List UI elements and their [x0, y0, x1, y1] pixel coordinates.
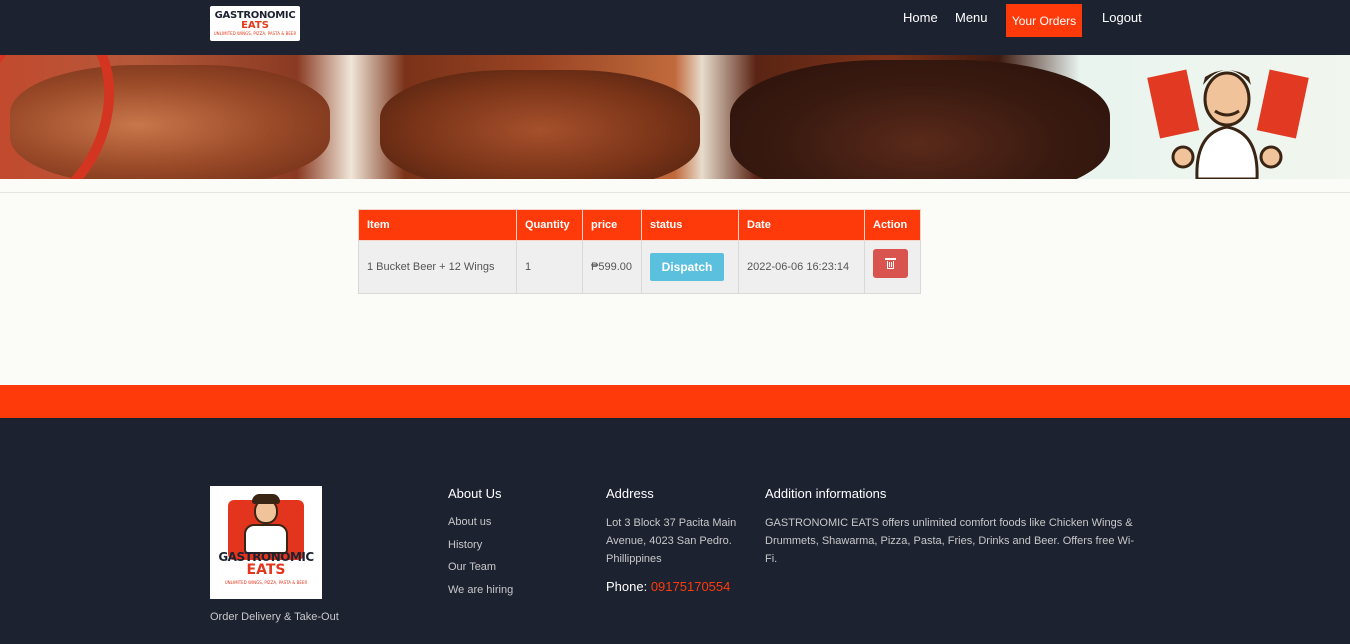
- nav-your-orders-link[interactable]: Your Orders: [1006, 4, 1082, 37]
- header-action: Action: [864, 209, 921, 241]
- order-quantity-cell: 1: [516, 240, 583, 294]
- site-footer: GASTRONOMIC EATS UNLIMITED WINGS, PIZZA,…: [0, 418, 1350, 644]
- footer-info-text: GASTRONOMIC EATS offers unlimited comfor…: [765, 517, 1135, 565]
- header-price: price: [582, 209, 642, 241]
- order-status-cell: Dispatch: [641, 240, 739, 294]
- banner-mascot-illustration: [1147, 69, 1309, 179]
- footer-logo-text-eats: EATS: [246, 562, 286, 578]
- footer-address-heading: Address: [606, 486, 654, 501]
- trash-icon: [885, 258, 896, 269]
- order-price-cell: ₱599.00: [582, 240, 642, 294]
- footer-phone: Phone: 09175170554: [606, 579, 730, 594]
- site-logo[interactable]: GASTRONOMIC EATS UNLIMITED WINGS, PIZZA,…: [210, 6, 300, 41]
- header-date: Date: [738, 209, 865, 241]
- footer-about-links: About us History Our Team We are hiring: [448, 514, 513, 604]
- nav-menu-link[interactable]: Menu: [955, 10, 988, 25]
- footer-about-heading: About Us: [448, 486, 502, 501]
- footer-tagline: Order Delivery & Take-Out: [210, 611, 339, 623]
- footer-logo: GASTRONOMIC EATS UNLIMITED WINGS, PIZZA,…: [210, 486, 322, 599]
- order-item-cell: 1 Bucket Beer + 12 Wings: [358, 240, 517, 294]
- top-navbar: GASTRONOMIC EATS UNLIMITED WINGS, PIZZA,…: [0, 0, 1350, 55]
- header-quantity: Quantity: [516, 209, 583, 241]
- logo-tagline: UNLIMITED WINGS, PIZZA, PASTA & BEER: [213, 31, 297, 36]
- footer-accent-strip: [0, 385, 1350, 418]
- footer-info-heading: Addition informations: [765, 486, 887, 501]
- footer-link-hiring[interactable]: We are hiring: [448, 582, 513, 605]
- phone-label: Phone:: [606, 579, 651, 594]
- header-item: Item: [358, 209, 517, 241]
- footer-link-our-team[interactable]: Our Team: [448, 559, 513, 582]
- orders-table-header-row: Item Quantity price status Date Action: [358, 209, 921, 241]
- logo-text-eats: EATS: [241, 20, 269, 31]
- footer-link-history[interactable]: History: [448, 537, 513, 560]
- phone-number-link[interactable]: 09175170554: [651, 579, 731, 594]
- header-status: status: [641, 209, 739, 241]
- status-badge: Dispatch: [650, 253, 724, 281]
- footer-address-text: Lot 3 Block 37 Pacita Main Avenue, 4023 …: [606, 517, 737, 565]
- orders-table: Item Quantity price status Date Action 1…: [358, 209, 921, 294]
- table-row: 1 Bucket Beer + 12 Wings 1 ₱599.00 Dispa…: [358, 240, 921, 294]
- order-action-cell: [864, 240, 921, 294]
- delete-order-button[interactable]: [873, 249, 908, 278]
- nav-logout-link[interactable]: Logout: [1102, 10, 1142, 25]
- banner-food-2: [380, 70, 700, 179]
- footer-logo-tagline: UNLIMITED WINGS, PIZZA, PASTA & BEER: [224, 580, 308, 585]
- content-divider: [0, 192, 1350, 193]
- order-date-cell: 2022-06-06 16:23:14: [738, 240, 865, 294]
- banner-food-3: [730, 60, 1110, 179]
- food-banner-image: [0, 55, 1350, 179]
- nav-home-link[interactable]: Home: [903, 10, 938, 25]
- footer-link-about-us[interactable]: About us: [448, 514, 513, 537]
